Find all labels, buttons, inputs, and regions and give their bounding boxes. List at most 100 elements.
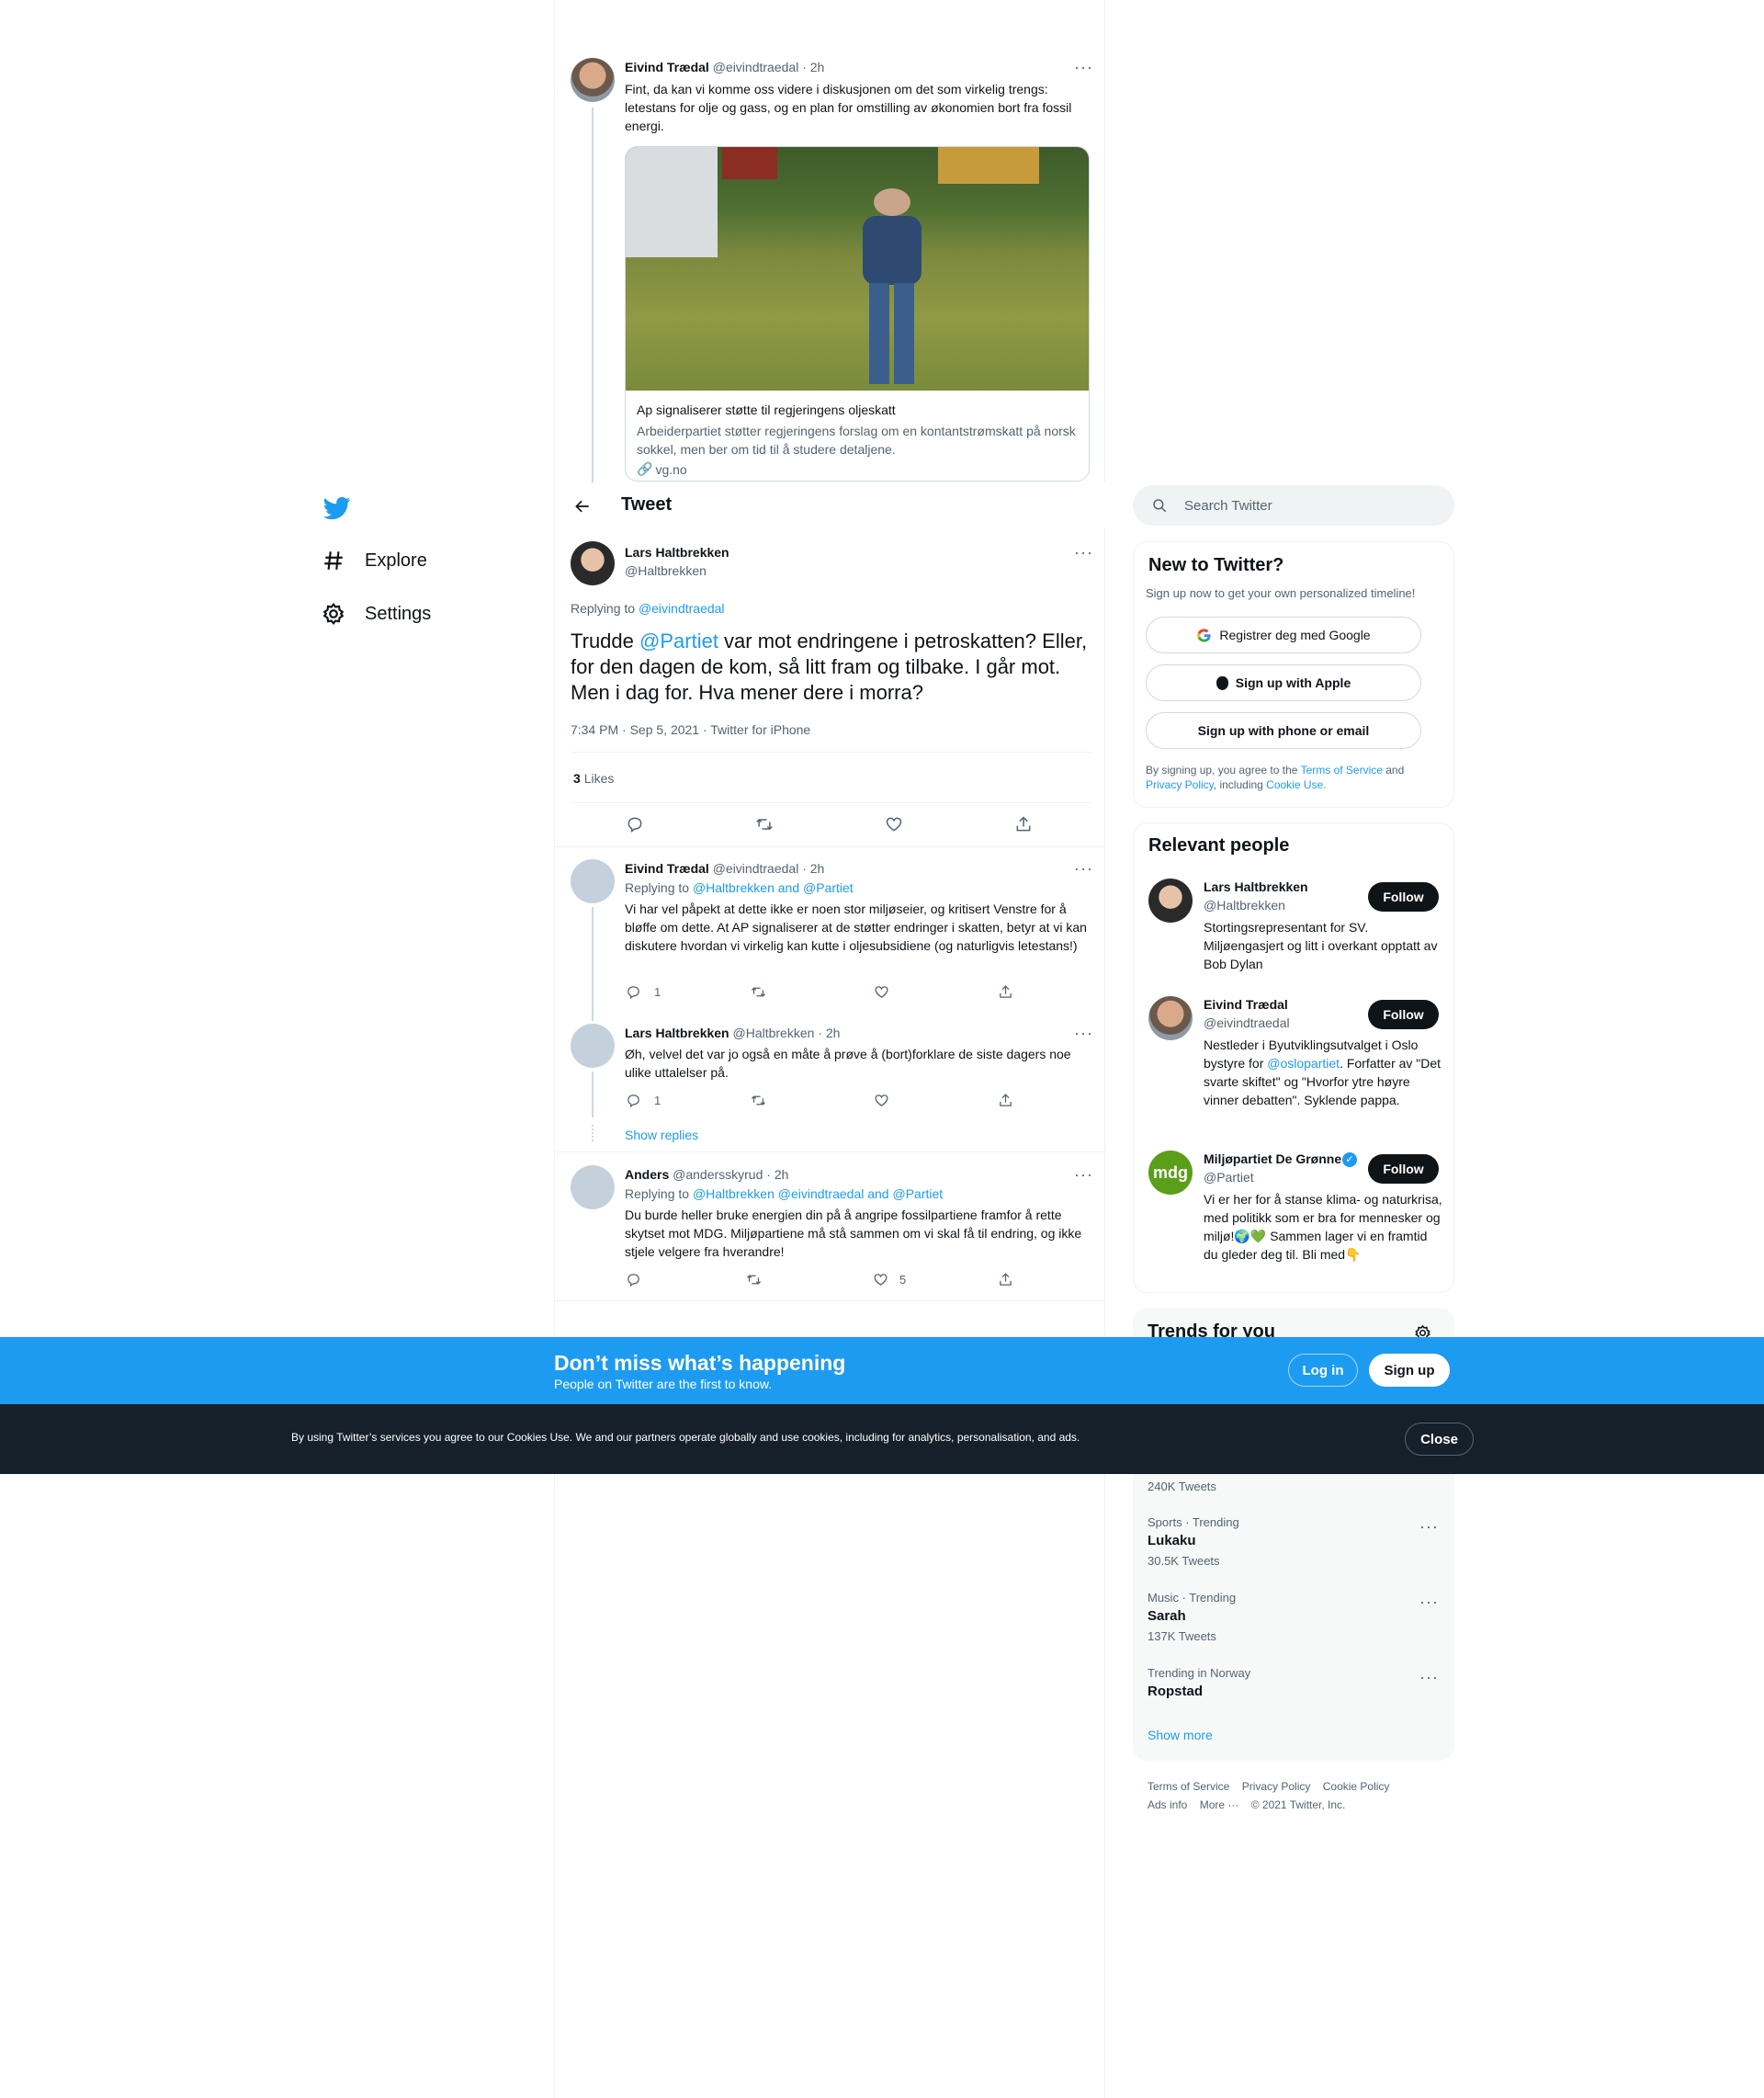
footer-link[interactable]: More ··· xyxy=(1200,1798,1239,1811)
author-name[interactable]: Anders xyxy=(625,1167,669,1182)
author-handle[interactable]: @Haltbrekken xyxy=(625,563,707,578)
panel-title: New to Twitter? xyxy=(1148,555,1284,575)
tweet-time[interactable]: · 2h xyxy=(802,861,824,876)
author-handle[interactable]: @eivindtraedal xyxy=(713,60,799,74)
twitter-logo-icon[interactable] xyxy=(323,494,351,522)
replying-mention[interactable]: @eivindtraedal xyxy=(639,601,725,616)
author-handle[interactable]: @andersskyrud xyxy=(673,1167,763,1182)
more-icon[interactable]: ··· xyxy=(1074,1166,1093,1183)
tweet-time[interactable]: · 2h xyxy=(766,1167,788,1182)
follow-button[interactable]: Follow xyxy=(1368,882,1439,912)
cookie-banner: By using Twitter’s services you agree to… xyxy=(0,1404,1764,1474)
retweet-icon[interactable] xyxy=(755,815,774,834)
bio-mention[interactable]: @oslopartiet xyxy=(1267,1056,1340,1071)
show-replies-link[interactable]: Show replies xyxy=(625,1128,698,1142)
more-icon[interactable]: ··· xyxy=(1074,860,1093,877)
more-icon[interactable]: ··· xyxy=(1419,1669,1439,1685)
google-signup-button[interactable]: Registrer deg med Google xyxy=(1146,617,1421,653)
avatar[interactable] xyxy=(571,1024,615,1068)
retweet-icon[interactable] xyxy=(746,1272,762,1287)
tweet-text: Fint, da kan vi komme oss videre i disku… xyxy=(625,82,1072,133)
avatar[interactable] xyxy=(1148,879,1193,923)
author-name[interactable]: Lars Haltbrekken xyxy=(625,1026,729,1040)
reply-action[interactable]: 1 xyxy=(626,984,661,1000)
privacy-link[interactable]: Privacy Policy xyxy=(1146,778,1214,791)
like-icon[interactable] xyxy=(874,984,889,1000)
phone-signup-button[interactable]: Sign up with phone or email xyxy=(1146,712,1421,749)
link-card[interactable]: Ap signaliserer støtte til regjeringens … xyxy=(625,146,1090,482)
legal-text-part: , including xyxy=(1213,778,1267,791)
nav-settings[interactable]: Settings xyxy=(322,595,431,632)
divider xyxy=(571,802,1091,803)
avatar[interactable]: mdg xyxy=(1148,1151,1193,1195)
mention-link[interactable]: @Partiet xyxy=(639,629,718,652)
follow-button[interactable]: Follow xyxy=(1368,1000,1439,1029)
avatar-text: mdg xyxy=(1153,1162,1188,1182)
back-arrow-icon[interactable] xyxy=(573,497,592,516)
author-name[interactable]: Eivind Trædal xyxy=(625,60,709,74)
share-icon[interactable] xyxy=(1014,815,1033,834)
like-icon[interactable] xyxy=(874,1093,889,1108)
avatar[interactable] xyxy=(1148,996,1193,1040)
avatar[interactable] xyxy=(571,541,615,585)
person-handle[interactable]: @Partiet xyxy=(1204,1170,1254,1185)
avatar[interactable] xyxy=(571,58,615,102)
avatar[interactable] xyxy=(571,1165,615,1209)
author-name[interactable]: Eivind Trædal xyxy=(625,861,709,876)
person-name[interactable]: Lars Haltbrekken xyxy=(1204,879,1308,894)
like-action[interactable]: 5 xyxy=(873,1272,906,1287)
like-icon[interactable] xyxy=(885,815,903,834)
search-input[interactable]: Search Twitter xyxy=(1133,485,1454,526)
share-icon[interactable] xyxy=(998,1272,1013,1287)
person-name[interactable]: Miljøpartiet De Grønne xyxy=(1204,1151,1341,1166)
more-icon[interactable]: ··· xyxy=(1074,544,1093,561)
author-name[interactable]: Lars Haltbrekken xyxy=(625,545,729,560)
tweet-header: Lars Haltbrekken @Haltbrekken · 2h xyxy=(625,1026,840,1040)
person-handle[interactable]: @eivindtraedal xyxy=(1204,1015,1290,1030)
reply-icon[interactable] xyxy=(626,1272,641,1287)
signup-button[interactable]: Sign up xyxy=(1369,1354,1450,1387)
more-icon[interactable]: ··· xyxy=(1074,59,1093,75)
tweet-meta[interactable]: 7:34 PM · Sep 5, 2021 · Twitter for iPho… xyxy=(571,722,810,737)
person-name[interactable]: Eivind Trædal xyxy=(1204,997,1288,1012)
legal-text-part: By signing up, you agree to the xyxy=(1146,764,1301,777)
retweet-icon[interactable] xyxy=(751,984,766,1000)
thread-dots xyxy=(592,1125,594,1141)
footer-link[interactable]: Cookie Policy xyxy=(1323,1780,1390,1793)
cookie-link[interactable]: Cookie Use. xyxy=(1266,778,1326,791)
card-domain: vg.no xyxy=(655,461,687,477)
footer-link[interactable]: Ads info xyxy=(1148,1798,1187,1811)
footer-link[interactable]: Terms of Service xyxy=(1148,1780,1229,1793)
share-icon[interactable] xyxy=(998,984,1013,1000)
reply-action[interactable]: 1 xyxy=(626,1093,661,1108)
nav-explore[interactable]: Explore xyxy=(322,542,427,579)
tweet-header: Anders @andersskyrud · 2h xyxy=(625,1167,788,1182)
card-title: Ap signaliserer støtte til regjeringens … xyxy=(637,403,896,417)
reply-icon[interactable] xyxy=(626,815,644,834)
replying-mention[interactable]: @Haltbrekken @eivindtraedal and @Partiet xyxy=(693,1186,943,1201)
share-icon[interactable] xyxy=(998,1093,1013,1108)
close-cookie-button[interactable]: Close xyxy=(1405,1423,1474,1456)
promo-subtitle: People on Twitter are the first to know. xyxy=(554,1377,773,1391)
footer-link[interactable]: Privacy Policy xyxy=(1242,1780,1311,1793)
avatar[interactable] xyxy=(571,859,615,903)
replying-mention[interactable]: @Haltbrekken and @Partiet xyxy=(693,880,854,895)
show-more-link[interactable]: Show more xyxy=(1148,1728,1213,1742)
author-handle[interactable]: @eivindtraedal xyxy=(713,861,799,876)
person-bio: Nestleder i Byutviklingsutvalget i Oslo … xyxy=(1204,1036,1444,1109)
apple-signup-button[interactable]: Sign up with Apple xyxy=(1146,664,1421,701)
person-handle[interactable]: @Haltbrekken xyxy=(1204,898,1285,913)
more-icon[interactable]: ··· xyxy=(1419,1593,1439,1610)
terms-link[interactable]: Terms of Service xyxy=(1301,764,1383,777)
tweet-time[interactable]: · 2h xyxy=(802,60,824,74)
relevant-people-panel: Relevant people Lars Haltbrekken @Haltbr… xyxy=(1133,822,1454,1293)
likes-stat[interactable]: 3 Likes xyxy=(573,771,614,786)
search-placeholder: Search Twitter xyxy=(1184,497,1272,514)
follow-button[interactable]: Follow xyxy=(1368,1154,1439,1184)
more-icon[interactable]: ··· xyxy=(1419,1518,1439,1535)
more-icon[interactable]: ··· xyxy=(1074,1025,1093,1041)
retweet-icon[interactable] xyxy=(751,1093,766,1108)
tweet-time[interactable]: · 2h xyxy=(818,1026,840,1040)
login-button[interactable]: Log in xyxy=(1288,1354,1358,1387)
author-handle[interactable]: @Haltbrekken xyxy=(733,1026,815,1040)
